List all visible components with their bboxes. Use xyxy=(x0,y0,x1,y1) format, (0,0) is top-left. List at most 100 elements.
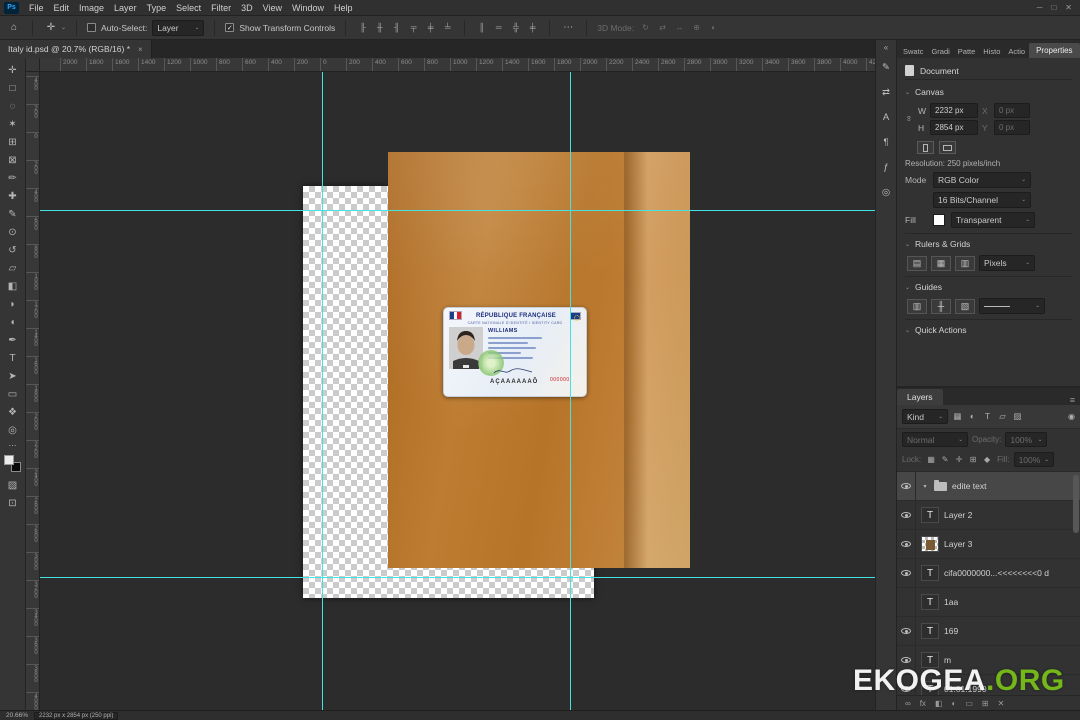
text-layer-thumbnail[interactable]: T xyxy=(921,623,939,639)
fill-select[interactable]: Transparent ⌄ xyxy=(951,212,1035,228)
width-field[interactable]: 2232 px xyxy=(930,103,978,118)
layer-effects-icon[interactable]: fx xyxy=(920,699,926,708)
close-icon[interactable]: × xyxy=(138,45,143,54)
canvas-section-header[interactable]: ⌄ Canvas xyxy=(905,82,1072,101)
layer-visibility-toggle[interactable] xyxy=(897,617,916,645)
edit-toolbar-icon[interactable]: ⋯ xyxy=(2,439,24,451)
group-expand-chevron[interactable]: ▾ xyxy=(921,483,929,490)
path-selection-tool[interactable]: ➤ xyxy=(2,367,24,385)
paragraph-panel-icon[interactable]: ¶ xyxy=(882,130,890,155)
move-tool[interactable]: ✛ xyxy=(2,61,24,79)
document-info[interactable]: 2232 px x 2854 px (250 ppi) xyxy=(34,711,119,720)
menu-item[interactable]: Type xyxy=(142,0,172,15)
align-left-icon[interactable]: ╟ xyxy=(356,23,369,32)
units-select[interactable]: Pixels ⌄ xyxy=(979,255,1035,271)
filter-adjustment-layers-icon[interactable]: ◐ xyxy=(966,411,979,422)
link-layers-icon[interactable]: ∞ xyxy=(905,699,911,708)
menu-item[interactable]: Edit xyxy=(49,0,75,15)
type-tool[interactable]: T xyxy=(2,349,24,367)
lock-pixels-icon[interactable]: ✎ xyxy=(939,455,951,464)
auto-select-target-select[interactable]: Layer ⌄ xyxy=(152,19,205,36)
eyedropper-tool[interactable]: ✏ xyxy=(2,169,24,187)
layer-row[interactable]: T 1aa xyxy=(897,588,1080,617)
new-group-icon[interactable]: ▭ xyxy=(965,699,973,708)
menu-item[interactable]: Filter xyxy=(206,0,236,15)
lock-artboard-icon[interactable]: ⊞ xyxy=(967,455,979,464)
horizontal-ruler[interactable]: 2000 1800 1600 1400 1200 1000 800 600 400 200 0 200… xyxy=(40,58,875,72)
brush-tool[interactable]: ✎ xyxy=(2,205,24,223)
distribute-horizontal-icon[interactable]: ═ xyxy=(492,23,505,32)
guide-vertical[interactable] xyxy=(570,72,571,710)
more-options-icon[interactable]: ⋯ xyxy=(560,22,576,33)
tab-layers[interactable]: Layers xyxy=(897,389,943,405)
canvas-area[interactable]: RÉPUBLIQUE FRANÇAISE CARTE NATIONALE D'I… xyxy=(40,72,875,710)
panel-menu-icon[interactable]: ≡ xyxy=(1065,395,1080,405)
dodge-tool[interactable]: ◖ xyxy=(2,313,24,331)
filter-shape-layers-icon[interactable]: ▱ xyxy=(996,411,1009,422)
new-layer-icon[interactable]: ⊞ xyxy=(982,699,989,708)
canvas-guides-icon[interactable]: ▧ xyxy=(955,298,975,314)
auto-select-checkbox[interactable] xyxy=(87,23,97,32)
lock-all-icon[interactable]: ◆ xyxy=(981,455,993,464)
window-control-icon[interactable]: □ xyxy=(1051,3,1056,12)
frame-tool[interactable]: ⊠ xyxy=(2,151,24,169)
layer-row[interactable]: T 169 xyxy=(897,617,1080,646)
brush-settings-icon[interactable]: ✎ xyxy=(882,55,890,80)
text-layer-thumbnail[interactable]: T xyxy=(921,594,939,610)
grid-toggle-icon[interactable]: ▦ xyxy=(931,255,951,271)
menu-item[interactable]: Layer xyxy=(109,0,142,15)
show-transform-checkbox[interactable]: ✓ xyxy=(225,23,235,32)
foreground-color-swatch[interactable] xyxy=(4,455,14,465)
character-panel-icon[interactable]: A xyxy=(882,105,890,130)
landscape-orientation-button[interactable] xyxy=(939,141,956,154)
delete-layer-icon[interactable]: ✕ xyxy=(998,699,1005,708)
align-right-icon[interactable]: ╢ xyxy=(390,23,403,32)
clone-stamp-tool[interactable]: ⊙ xyxy=(2,223,24,241)
quick-actions-section-header[interactable]: ⌄ Quick Actions xyxy=(905,319,1072,339)
guides-toggle-icon[interactable]: ▥ xyxy=(907,298,927,314)
panel-tab[interactable]: Swatc xyxy=(899,45,927,58)
blur-tool[interactable]: ◗ xyxy=(2,295,24,313)
guides-section-header[interactable]: ⌄ Guides xyxy=(905,276,1072,296)
layer-visibility-toggle[interactable] xyxy=(897,588,916,616)
image-layer-thumbnail[interactable] xyxy=(921,536,939,552)
brush-presets-icon[interactable]: ⇄ xyxy=(882,80,890,105)
pixel-grid-toggle-icon[interactable]: ▥ xyxy=(955,255,975,271)
adjustment-layer-icon[interactable]: ◐ xyxy=(952,699,957,708)
rulers-toggle-icon[interactable]: ▤ xyxy=(907,255,927,271)
libraries-panel-icon[interactable]: ◎ xyxy=(882,180,890,205)
align-center-horizontal-icon[interactable]: ╫ xyxy=(373,23,386,32)
shape-tool[interactable]: ▭ xyxy=(2,385,24,403)
filter-toggle-icon[interactable]: ◉ xyxy=(1068,412,1075,421)
guide-horizontal[interactable] xyxy=(40,210,875,211)
text-layer-thumbnail[interactable]: T xyxy=(921,565,939,581)
eraser-tool[interactable]: ▱ xyxy=(2,259,24,277)
panel-tab[interactable]: Patte xyxy=(954,45,980,58)
smart-guides-icon[interactable]: ╫ xyxy=(931,298,951,314)
layer-row[interactable]: T cifa0000000...<<<<<<<<0 d xyxy=(897,559,1080,588)
text-layer-thumbnail[interactable]: T xyxy=(921,507,939,523)
quick-mask-icon[interactable]: ▨ xyxy=(2,476,24,494)
layer-row[interactable]: ▾ edite text xyxy=(897,472,1080,501)
align-top-icon[interactable]: ╤ xyxy=(407,23,420,32)
filter-type-layers-icon[interactable]: T xyxy=(981,411,994,422)
lasso-tool[interactable]: ◌ xyxy=(2,97,24,115)
panel-tab[interactable]: Histo xyxy=(979,45,1004,58)
layers-scrollbar[interactable] xyxy=(1073,475,1079,533)
filter-kind-select[interactable]: Kind ⌄ xyxy=(902,409,948,424)
align-bottom-icon[interactable]: ╧ xyxy=(441,23,454,32)
healing-brush-tool[interactable]: ✚ xyxy=(2,187,24,205)
lock-transparency-icon[interactable]: ▦ xyxy=(925,455,937,464)
move-tool-preset-icon[interactable]: ✛ xyxy=(43,22,59,33)
layer-visibility-toggle[interactable] xyxy=(897,559,916,587)
portrait-orientation-button[interactable] xyxy=(917,141,934,154)
distribute-spacing-icon[interactable]: ╬ xyxy=(509,23,522,32)
menu-item[interactable]: Select xyxy=(171,0,206,15)
layer-visibility-toggle[interactable] xyxy=(897,501,916,529)
pen-tool[interactable]: ✒ xyxy=(2,331,24,349)
link-dimensions-icon[interactable]: ∞ xyxy=(905,115,914,123)
window-control-icon[interactable]: ─ xyxy=(1037,3,1043,12)
guide-horizontal[interactable] xyxy=(40,577,875,578)
panel-tab[interactable]: Actio xyxy=(1004,45,1029,58)
distribute-widths-icon[interactable]: ╪ xyxy=(526,23,539,32)
